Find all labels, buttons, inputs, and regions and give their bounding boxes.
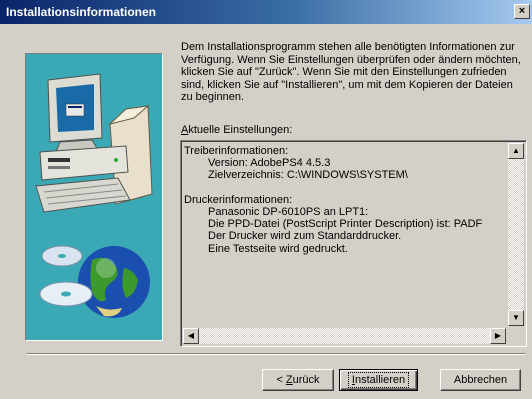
settings-line: Druckerinformationen:: [184, 193, 293, 206]
settings-line: Panasonic DP-6010PS an LPT1:: [208, 205, 369, 218]
wizard-illustration: [25, 53, 163, 341]
current-settings-label: Aktuelle Einstellungen:: [181, 124, 292, 136]
install-button-focus: Installieren: [347, 372, 410, 388]
scroll-down-arrow-icon[interactable]: ▼: [508, 310, 524, 326]
back-button-prefix: <: [276, 374, 286, 386]
scrollbar-corner: [508, 328, 524, 344]
close-button[interactable]: ×: [514, 4, 530, 19]
separator-line: [27, 353, 525, 355]
computer-cd-globe-icon: [35, 73, 153, 318]
scroll-right-arrow-icon[interactable]: ▶: [490, 328, 506, 344]
settings-line: Zielverzeichnis: C:\WINDOWS\SYSTEM\: [208, 169, 408, 182]
cancel-button[interactable]: Abbrechen: [440, 369, 521, 391]
scroll-left-arrow-icon[interactable]: ◀: [183, 328, 199, 344]
settings-line: Die PPD-Datei (PostScript Printer Descri…: [208, 218, 483, 231]
back-button-accel: Z: [285, 374, 293, 386]
settings-line: Der Drucker wird zum Standarddrucker.: [208, 230, 402, 243]
settings-line: Version: AdobePS4 4.5.3: [208, 157, 331, 170]
intro-text: Dem Installationsprogramm stehen alle be…: [181, 41, 521, 103]
settings-line: Treiberinformationen:: [184, 145, 289, 157]
horizontal-scrollbar[interactable]: ◀ ▶: [183, 328, 506, 344]
install-button[interactable]: Installieren: [339, 369, 418, 391]
window-title: Installationsinformationen: [6, 5, 157, 19]
scroll-up-arrow-icon[interactable]: ▲: [508, 143, 524, 159]
current-settings-label-rest: ktuelle Einstellungen:: [188, 124, 293, 136]
title-bar: Installationsinformationen ×: [0, 0, 532, 24]
install-button-rest: nstallieren: [354, 374, 406, 386]
settings-line: Eine Testseite wird gedruckt.: [208, 242, 348, 255]
back-button-rest: urück: [292, 374, 320, 386]
vertical-scrollbar[interactable]: ▲ ▼: [508, 143, 524, 326]
settings-listbox[interactable]: Treiberinformationen: Version: AdobePS4 4…: [180, 140, 527, 347]
close-icon: ×: [518, 5, 526, 17]
settings-list-content: Treiberinformationen: Version: AdobePS4 4…: [184, 145, 506, 323]
back-button[interactable]: < Zurück: [262, 369, 334, 391]
settings-line: [184, 182, 506, 194]
